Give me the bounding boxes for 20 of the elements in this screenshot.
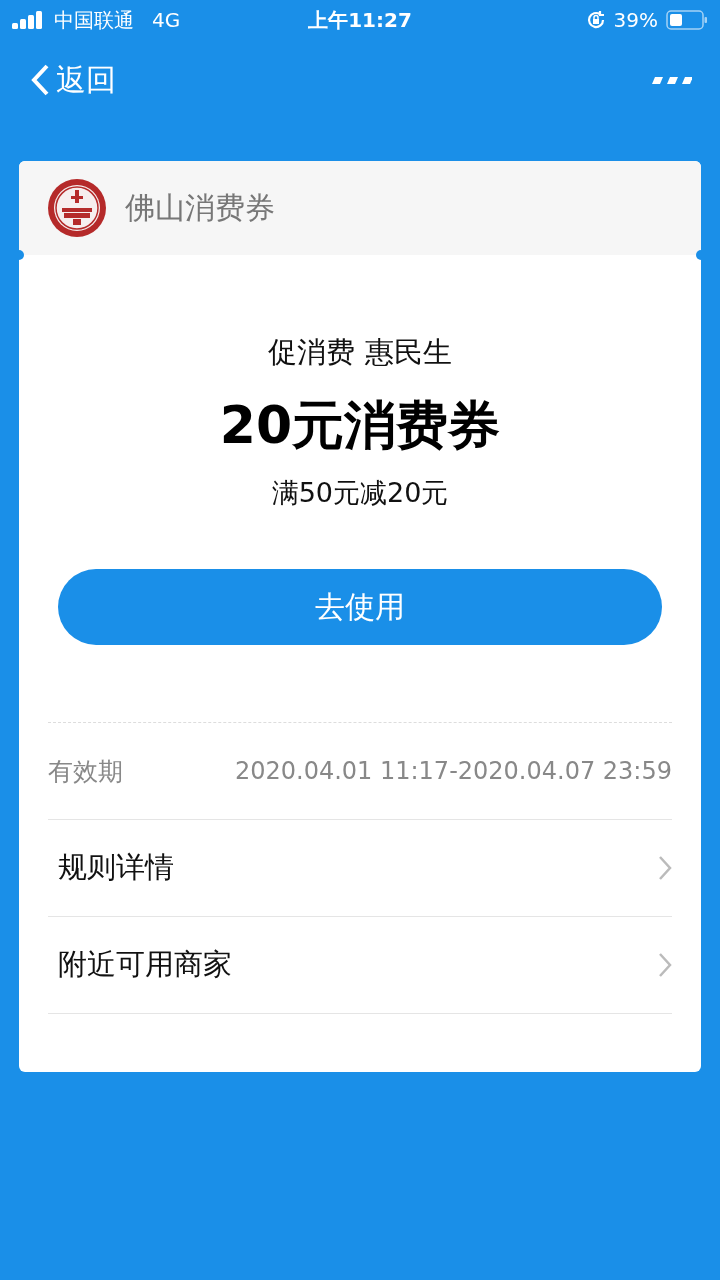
carrier-name: 中国联通 [54, 6, 134, 34]
battery-icon [666, 10, 708, 30]
more-icon[interactable] [650, 75, 692, 85]
slogan-text: 促消费 惠民生 [268, 334, 452, 371]
validity-value: 2020.04.01 11:17-2020.04.07 23:59 [234, 757, 672, 785]
rotation-lock-icon [585, 10, 606, 30]
chevron-right-icon [658, 855, 672, 881]
chevron-right-icon [658, 952, 672, 978]
coupon-title: 20元消费券 [219, 394, 501, 457]
validity-label: 有效期 [48, 755, 123, 788]
issuer-name: 佛山消费券 [125, 188, 275, 227]
clock-time: 上午11:27 [308, 6, 412, 34]
emblem-logo [47, 178, 107, 238]
chevron-left-icon [30, 63, 50, 97]
network-type: 4G [152, 8, 181, 32]
link-item[interactable]: 规则详情 [58, 848, 174, 888]
signal-icon [12, 11, 44, 29]
link-item[interactable]: 附近可用商家 [58, 945, 232, 985]
coupon-condition: 满50元减20元 [271, 476, 449, 510]
battery-percent: 39% [613, 8, 658, 32]
